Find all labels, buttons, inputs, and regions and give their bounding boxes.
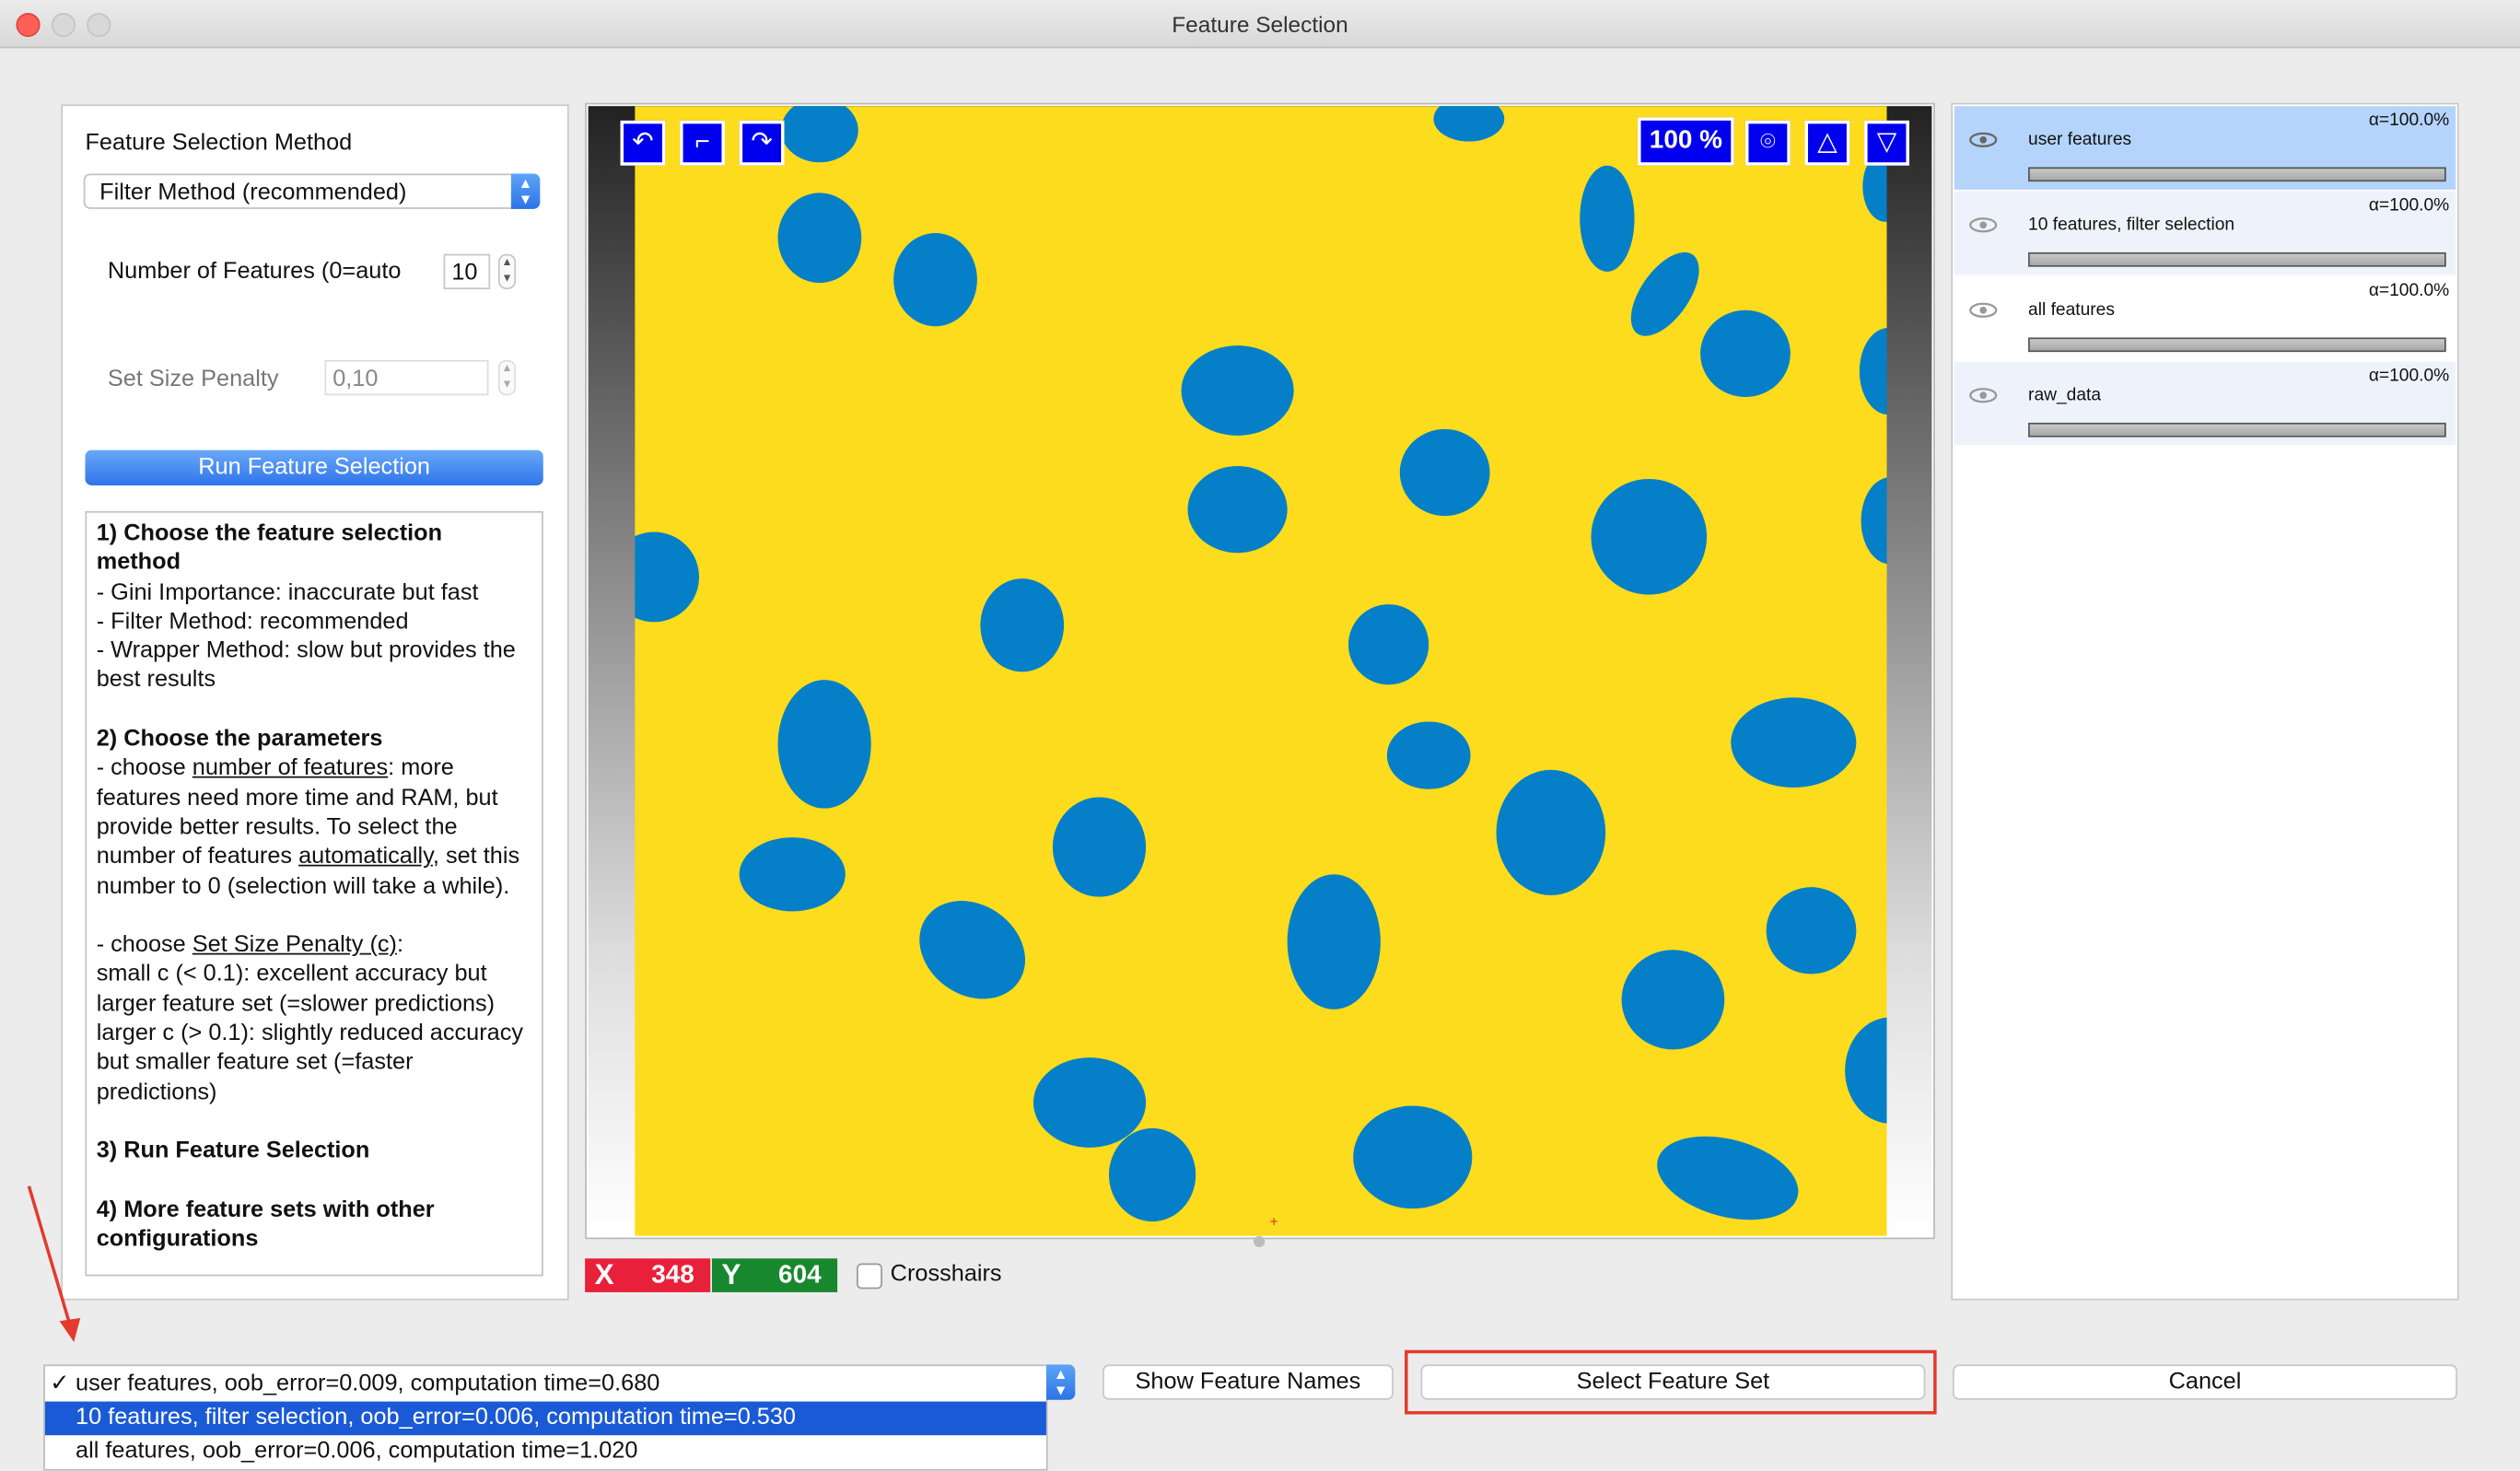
annotation-arrow (27, 1185, 81, 1342)
